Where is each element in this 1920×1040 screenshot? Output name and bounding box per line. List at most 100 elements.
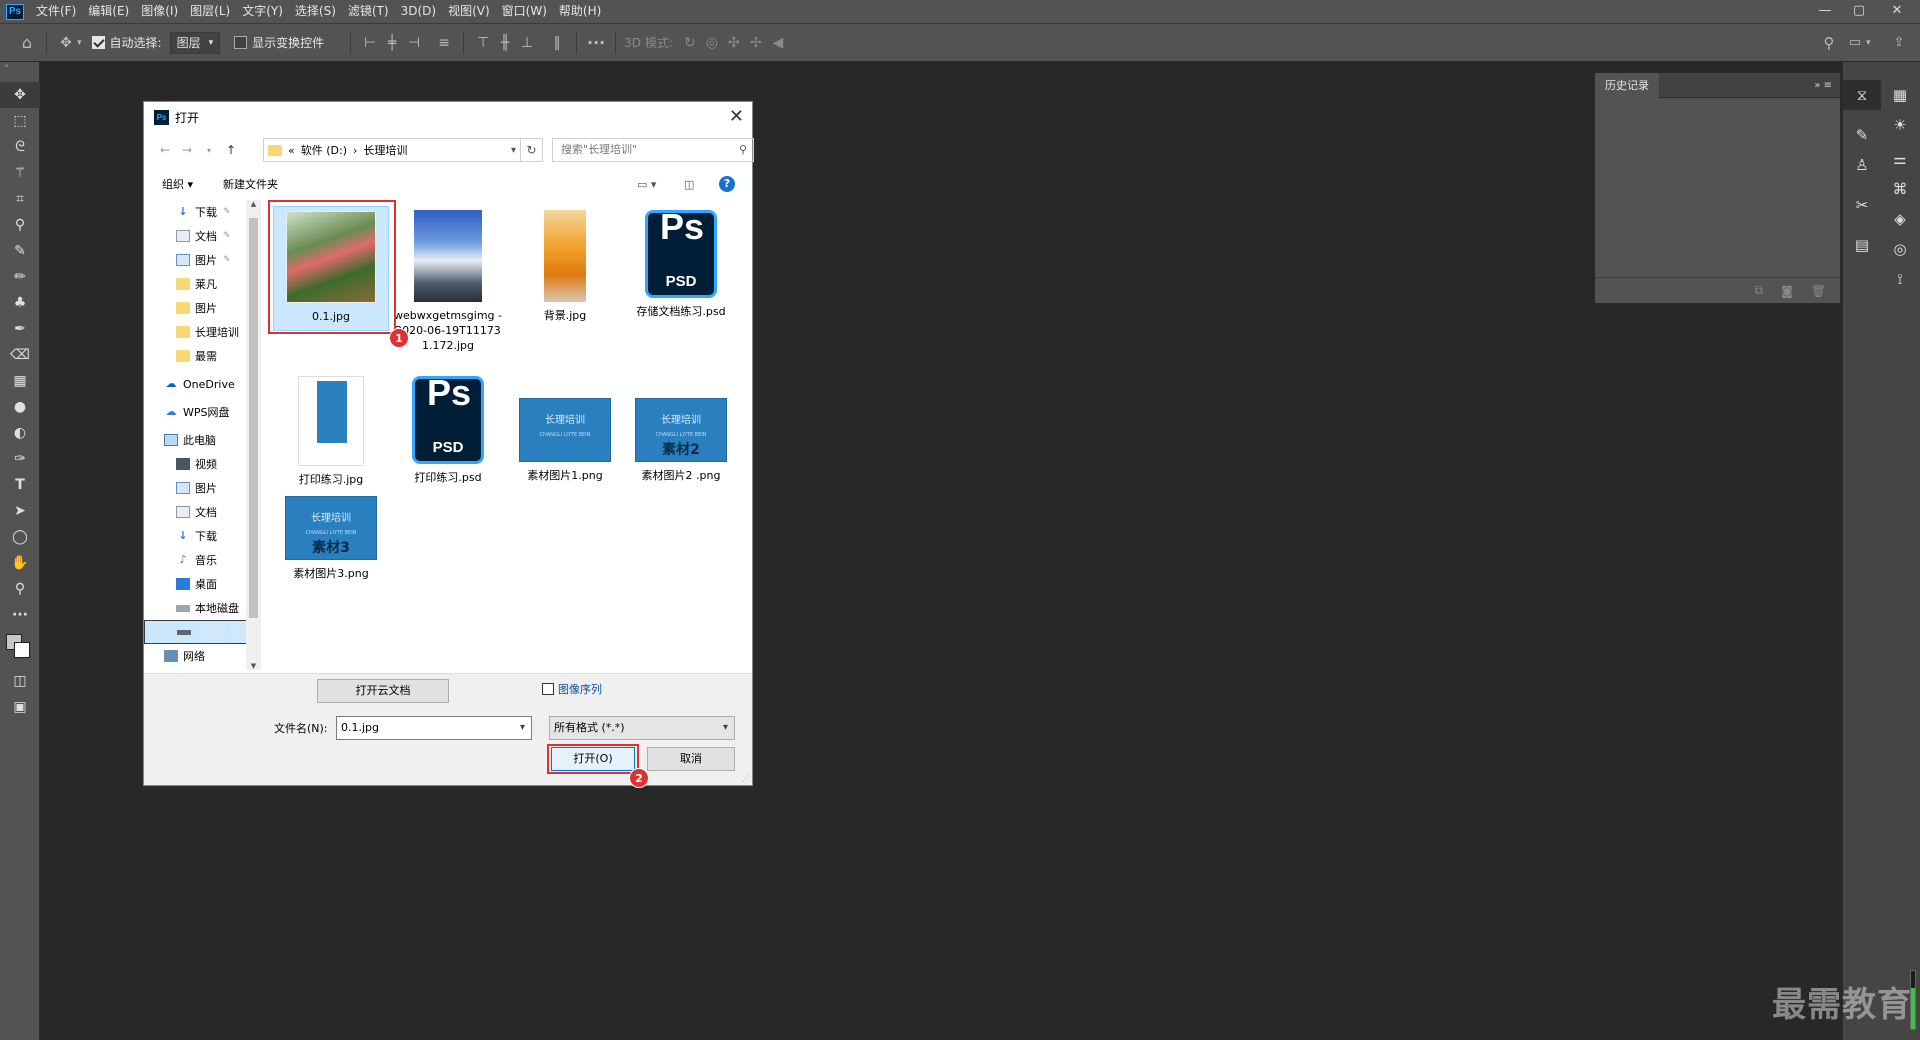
collapse-chevrons-icon[interactable]: » [0,62,39,70]
hand-tool-icon[interactable]: ✋ [0,550,40,576]
panel-menu-icon[interactable]: » ≡ [1814,80,1832,91]
menu-type[interactable]: 文字(Y) [236,0,289,23]
menu-filter[interactable]: 滤镜(T) [342,0,395,23]
blur-tool-icon[interactable]: ● [0,394,40,420]
nav-item-folder[interactable]: 莱凡 [144,272,261,296]
menu-layer[interactable]: 图层(L) [184,0,236,23]
refresh-icon[interactable]: ↻ [521,138,543,162]
scroll-down-icon[interactable]: ▼ [246,662,261,670]
paths-icon[interactable]: ⟟ [1881,264,1919,294]
adjustments-sun-icon[interactable]: ☀ [1881,110,1919,140]
menu-help[interactable]: 帮助(H) [553,0,607,23]
path-selection-tool-icon[interactable]: ➤ [0,498,40,524]
file-type-select[interactable]: 所有格式 (*.*) ▾ [549,716,735,740]
align-vcenter-icon[interactable]: ╫ [494,35,516,51]
address-overflow[interactable]: « [288,144,295,157]
address-folder[interactable]: 长理培训 [363,142,407,158]
orbit-3d-icon[interactable]: ↻ [679,35,701,51]
crop-tool-icon[interactable]: ⌗ [0,186,40,212]
open-cloud-documents-button[interactable]: 打开云文档 [317,679,449,703]
ellipse-tool-icon[interactable]: ◯ [0,524,40,550]
background-color-swatch[interactable] [14,642,30,658]
new-document-from-state-icon[interactable]: ⧉ [1755,283,1764,298]
marquee-tool-icon[interactable]: ⬚ [0,108,40,134]
back-arrow-icon[interactable]: ← [154,143,176,157]
slide-3d-icon[interactable]: ✢ [745,35,767,51]
quick-mask-icon[interactable]: ◫ [0,668,40,694]
chevron-down-icon[interactable]: ▾ [520,717,525,739]
organize-button[interactable]: 组织 ▾ [162,176,193,192]
scrollbar-thumb[interactable] [249,218,258,618]
color-swatches[interactable] [0,628,39,668]
trash-icon[interactable]: 🗑 [1811,284,1826,298]
menu-select[interactable]: 选择(S) [289,0,342,23]
cancel-button[interactable]: 取消 [647,747,735,771]
distribute-vertical-icon[interactable]: ‖ [546,35,568,51]
close-icon[interactable]: ✕ [729,106,744,127]
nav-item-downloads[interactable]: ↓ 下载 [144,524,261,548]
up-arrow-icon[interactable]: ↑ [220,143,242,157]
layers-icon[interactable]: ◈ [1881,204,1919,234]
resize-grip-icon[interactable]: ⋰ [742,774,750,783]
brush-tool-icon[interactable]: ✏ [0,264,40,290]
history-brush-tool-icon[interactable]: ✒ [0,316,40,342]
move-tool-icon[interactable]: ✥ [55,35,77,51]
workspace-icon[interactable]: ▭ [1844,35,1866,50]
menu-edit[interactable]: 编辑(E) [82,0,135,23]
file-item[interactable]: 长理培训 CHANGLI LIYTE BEIN 素材图片1.png [507,376,623,483]
notes-icon[interactable]: ▤ [1843,230,1881,260]
magic-wand-tool-icon[interactable]: ⚚ [0,160,40,186]
nav-scrollbar[interactable]: ▲ ▼ [246,200,261,670]
search-icon[interactable]: ⚲ [1818,34,1840,52]
address-bar[interactable]: « 软件 (D:) › 长理培训 ▾ [263,138,521,162]
snapshot-camera-icon[interactable]: ◙ [1781,284,1793,298]
nav-item-network[interactable]: 网络 [144,644,261,668]
roll-3d-icon[interactable]: ◎ [701,35,723,51]
menu-file[interactable]: 文件(F) [30,0,82,23]
menu-window[interactable]: 窗口(W) [496,0,553,23]
forward-arrow-icon[interactable]: → [176,143,198,157]
chevron-down-icon[interactable]: ▾ [1866,38,1871,48]
scroll-up-icon[interactable]: ▲ [246,200,261,208]
nav-item-downloads[interactable]: ↓ 下载 ✎ [144,200,261,224]
move-tool-icon[interactable]: ✥ [0,82,40,108]
screen-mode-icon[interactable]: ▣ [0,694,40,720]
eraser-tool-icon[interactable]: ⌫ [0,342,40,368]
lasso-tool-icon[interactable]: ᘓ [0,134,40,160]
nav-item-videos[interactable]: 视频 [144,452,261,476]
nav-item-pictures[interactable]: 图片 ✎ [144,248,261,272]
nav-item-drive-d[interactable]: 软件 (D:) [144,620,261,644]
nav-item-folder[interactable]: 最需 [144,344,261,368]
help-icon[interactable]: ? [719,176,735,192]
file-item[interactable]: webwxgetmsgimg - 2020-06-19T111731.172.j… [390,206,506,353]
nav-item-folder[interactable]: 图片 [144,296,261,320]
pen-tool-icon[interactable]: ✑ [0,446,40,472]
scale-3d-icon[interactable]: ◀ [767,35,789,51]
swatches-grid-icon[interactable]: ▦ [1881,80,1919,110]
address-drive[interactable]: 软件 (D:) [301,142,347,158]
menu-view[interactable]: 视图(V) [442,0,496,23]
new-folder-button[interactable]: 新建文件夹 [223,176,278,192]
file-item[interactable]: 打印练习.jpg [273,376,389,487]
menu-image[interactable]: 图像(I) [135,0,184,23]
nav-item-desktop[interactable]: 桌面 [144,572,261,596]
preview-pane-icon[interactable]: ◫ [684,178,694,191]
nav-item-documents[interactable]: 文档 ✎ [144,224,261,248]
channels-icon[interactable]: ◎ [1881,234,1919,264]
auto-select-checkbox[interactable]: 自动选择: [91,34,162,51]
edit-toolbar-icon[interactable]: ··· [0,602,40,628]
view-options-icon[interactable]: ▭ ▾ [637,178,656,191]
nav-item-music[interactable]: ♪ 音乐 [144,548,261,572]
libraries-icon[interactable]: ⌘ [1881,174,1919,204]
menu-3d[interactable]: 3D(D) [395,0,442,23]
file-item[interactable]: Ps PSD 存储文档练习.psd [623,206,739,319]
address-separator[interactable]: › [353,144,357,157]
filename-input[interactable]: 0.1.jpg ▾ [336,716,532,740]
align-top-icon[interactable]: ⊤ [472,35,494,51]
nav-item-this-pc[interactable]: 此电脑 [144,428,261,452]
minimize-button[interactable]: — [1808,0,1842,23]
auto-select-target-select[interactable]: 图层 ▾ [169,31,221,54]
search-input[interactable]: 搜索"长理培训" ⚲ [552,138,754,162]
nav-item-onedrive[interactable]: ☁ OneDrive [144,372,261,396]
file-item[interactable]: 背景.jpg [507,206,623,323]
